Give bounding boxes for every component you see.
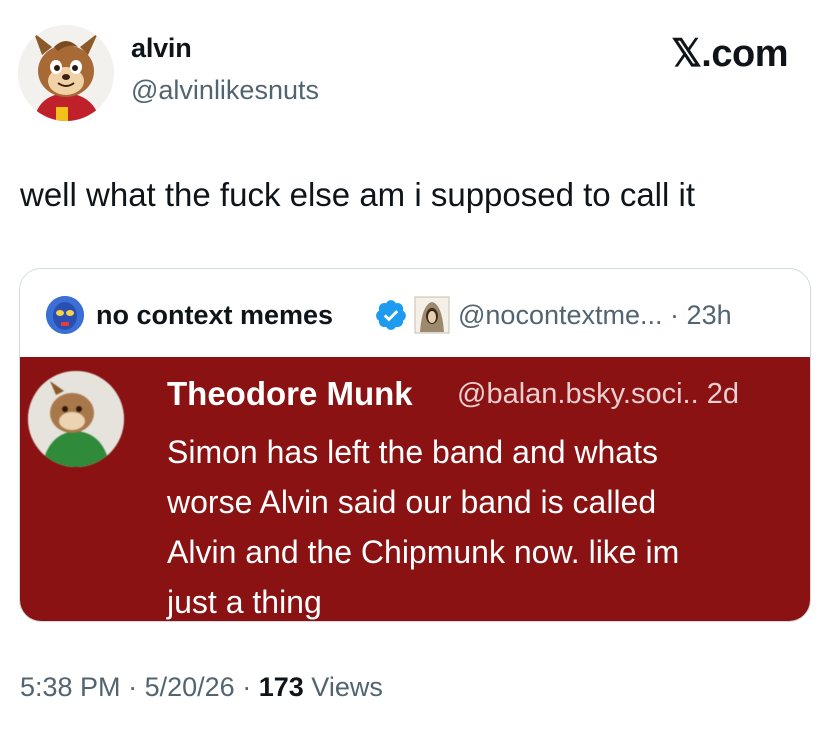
quote-handle: @nocontextme... [458, 300, 663, 330]
tweet-time[interactable]: 5:38 PM [20, 672, 121, 702]
tweet-meta: 5:38 PM · 5/20/26 · 173 Views [20, 672, 383, 703]
media-text-line: worse Alvin said our band is called [167, 484, 657, 520]
media-text-line: Simon has left the band and whats [167, 434, 658, 470]
chipmunk-green-icon [28, 371, 124, 467]
media-author-avatar [28, 371, 124, 467]
chipmunk-avatar-icon [18, 25, 114, 121]
media-author-handle-time: @balan.bsky.soci.. 2d [457, 378, 739, 411]
quote-tweet-card[interactable]: no context memes @nocontextme... · 23h T… [19, 268, 811, 622]
views-count: 173 [258, 672, 304, 702]
quote-separator: · [670, 300, 680, 330]
media-text-line: just a thing [167, 584, 322, 620]
quote-media-image[interactable]: Theodore Munk @balan.bsky.soci.. 2d Simo… [20, 357, 810, 621]
quote-time: 23h [686, 300, 732, 330]
meta-separator: · [128, 672, 138, 702]
hooded-figure-icon [414, 296, 450, 334]
media-author-name: Theodore Munk [167, 375, 413, 412]
meta-separator: · [242, 672, 252, 702]
quote-handle-time[interactable]: @nocontextme... · 23h [458, 300, 732, 331]
author-avatar[interactable] [18, 25, 114, 121]
tweet-text: well what the fuck else am i supposed to… [20, 176, 696, 213]
media-post-text: Simon has left the band and whats worse … [167, 427, 797, 621]
tweet-date[interactable]: 5/20/26 [145, 672, 235, 702]
media-time: 2d [706, 378, 739, 410]
quote-avatar[interactable] [46, 296, 84, 334]
quote-header: no context memes @nocontextme... · 23h [20, 269, 810, 357]
luchador-mask-icon [46, 296, 84, 334]
author-display-name[interactable]: alvin [131, 33, 192, 64]
views-label: Views [311, 672, 383, 702]
media-author-handle: @balan.bsky.soci.. [457, 378, 699, 410]
quote-display-name[interactable]: no context memes [96, 300, 333, 331]
verified-badge-icon [376, 300, 406, 330]
author-handle[interactable]: @alvinlikesnuts [131, 75, 319, 106]
media-text-line: Alvin and the Chipmunk now. like im [167, 534, 680, 570]
x-logo: 𝕏.com [671, 33, 788, 75]
